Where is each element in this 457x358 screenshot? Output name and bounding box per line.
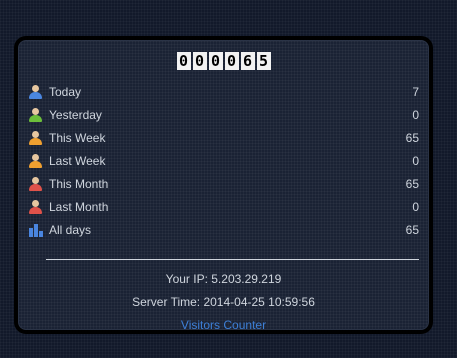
footer-info: Your IP: 5.203.29.219 Server Time: 2014-… <box>18 268 429 337</box>
visitors-counter-widget: 000065 Today 7 Yesterday 0 This Week 65 … <box>14 36 433 334</box>
stat-label: Last Month <box>49 199 109 214</box>
stat-value: 0 <box>412 153 419 168</box>
stat-row-last-week: Last Week 0 <box>28 149 419 172</box>
stat-value: 0 <box>412 199 419 214</box>
divider <box>46 259 419 260</box>
counter-digit: 6 <box>240 52 255 70</box>
stat-value: 0 <box>412 107 419 122</box>
stat-label: This Month <box>49 176 109 191</box>
server-time: Server Time: 2014-04-25 10:59:56 <box>132 295 315 309</box>
stat-label: Yesterday <box>49 107 102 122</box>
counter-digit: 5 <box>256 52 271 70</box>
stat-label: All days <box>49 222 92 237</box>
person-red-icon <box>28 199 44 214</box>
stat-row-yesterday: Yesterday 0 <box>28 103 419 126</box>
visit-counter-display: 000065 <box>18 52 429 70</box>
stat-row-this-month: This Month 65 <box>28 172 419 195</box>
stat-value: 65 <box>405 222 419 237</box>
visitors-counter-link[interactable]: Visitors Counter <box>181 318 266 332</box>
bar-chart-icon <box>28 223 44 237</box>
person-red-icon <box>28 176 44 191</box>
stat-row-last-month: Last Month 0 <box>28 195 419 218</box>
counter-digit: 0 <box>192 52 207 70</box>
stat-value: 65 <box>405 176 419 191</box>
stat-value: 65 <box>405 130 419 145</box>
counter-digit: 0 <box>224 52 239 70</box>
stat-label: Today <box>49 84 82 99</box>
ip-address: Your IP: 5.203.29.219 <box>165 272 282 286</box>
counter-digit: 0 <box>176 52 191 70</box>
stat-row-this-week: This Week 65 <box>28 126 419 149</box>
person-orange-icon <box>28 130 44 145</box>
stat-row-all-days: All days 65 <box>28 218 419 241</box>
stats-list: Today 7 Yesterday 0 This Week 65 Last We… <box>28 80 419 241</box>
person-blue-icon <box>28 84 44 99</box>
stat-label: This Week <box>49 130 106 145</box>
stat-label: Last Week <box>49 153 106 168</box>
stat-value: 7 <box>412 84 419 99</box>
person-orange-icon <box>28 153 44 168</box>
person-green-icon <box>28 107 44 122</box>
stat-row-today: Today 7 <box>28 80 419 103</box>
counter-digit: 0 <box>208 52 223 70</box>
